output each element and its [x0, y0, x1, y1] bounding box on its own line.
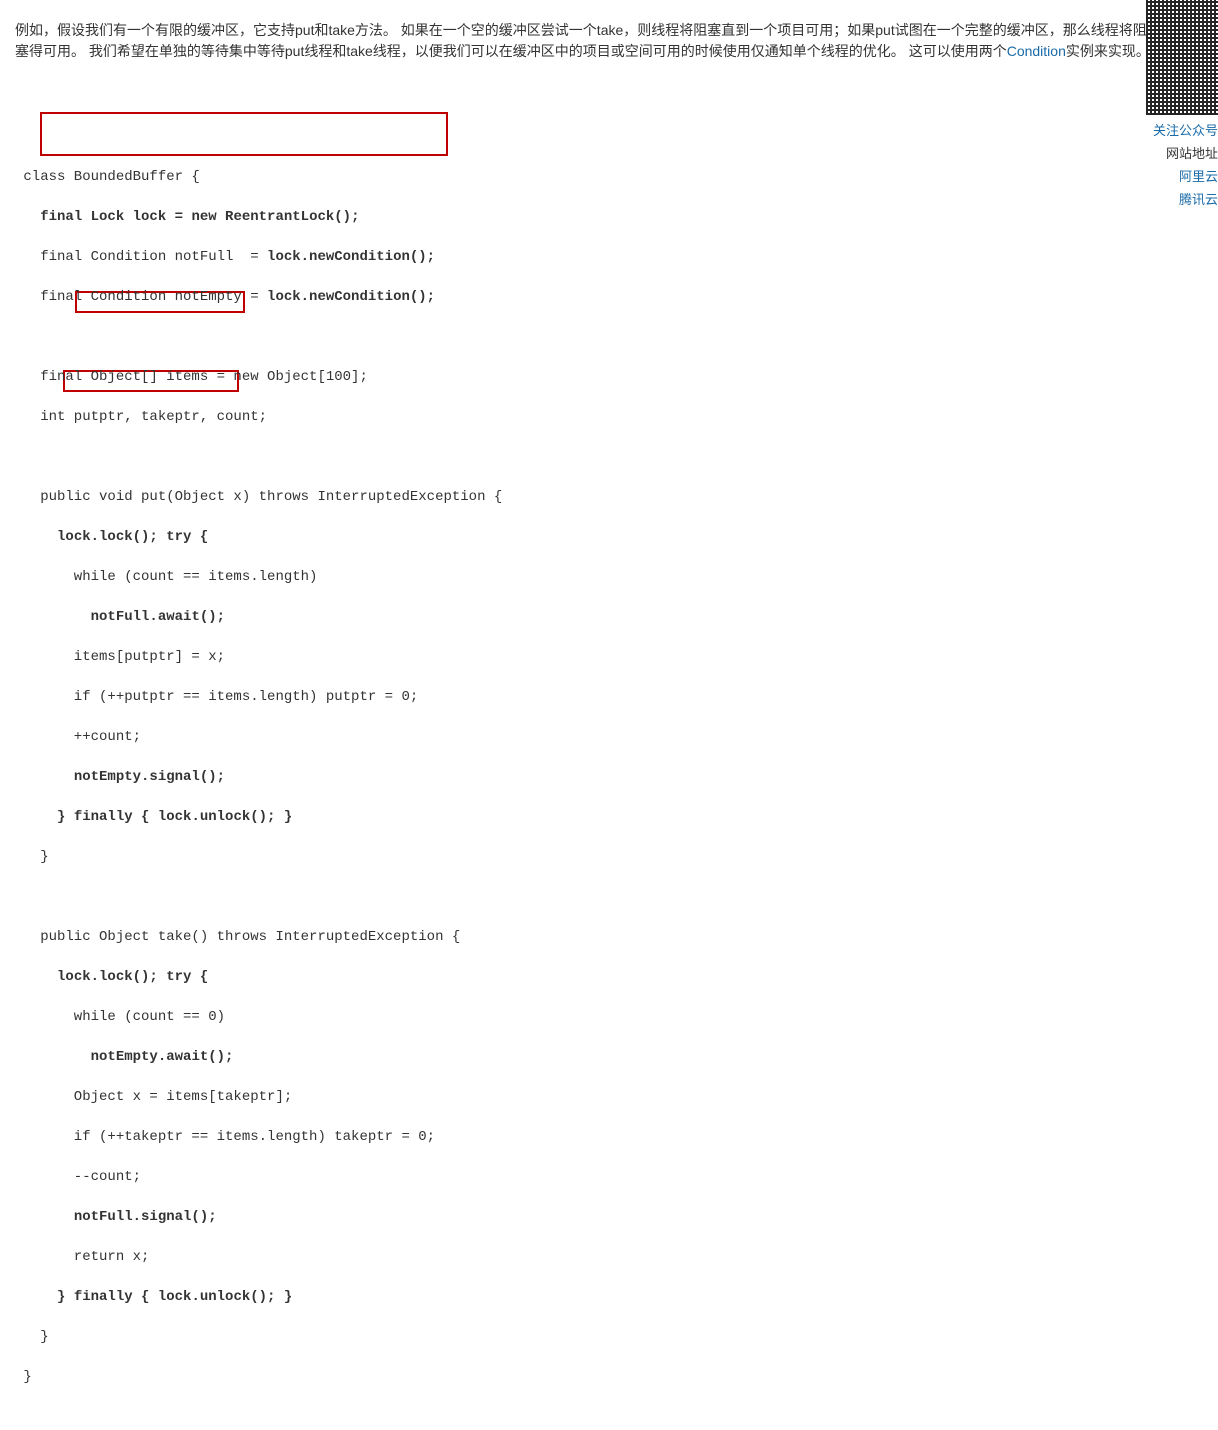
qr-code-icon[interactable] — [1146, 0, 1218, 115]
code-line — [15, 447, 1203, 467]
code-line: final Lock lock = new ReentrantLock(); — [15, 207, 1203, 227]
code-line: lock.lock(); try { — [15, 967, 1203, 987]
code-line: notEmpty.signal(); — [15, 767, 1203, 787]
code-line — [15, 887, 1203, 907]
code-line: --count; — [15, 1167, 1203, 1187]
sidebar-site-label: 网站地址 — [1143, 141, 1218, 164]
intro-text-2: 得可用。 我们希望在单独的等待集中等待put线程和take线程，以便我们可以在缓… — [29, 43, 1007, 59]
code-block: class BoundedBuffer { final Lock lock = … — [15, 87, 1203, 1427]
sidebar: 关注公众号 网站地址 阿里云 腾讯云 — [1143, 0, 1218, 210]
code-line: while (count == 0) — [15, 1007, 1203, 1027]
sidebar-aliyun-link[interactable]: 阿里云 — [1143, 164, 1218, 187]
intro-text-3: 实例来实现。 — [1066, 43, 1150, 59]
sidebar-tencent-link[interactable]: 腾讯云 — [1143, 187, 1218, 210]
intro-paragraph: 例如，假设我们有一个有限的缓冲区，它支持put和take方法。 如果在一个空的缓… — [15, 20, 1150, 62]
highlight-box-conditions — [40, 112, 448, 156]
code-line: } — [15, 1327, 1203, 1347]
code-line — [15, 327, 1203, 347]
code-line: final Condition notEmpty = lock.newCondi… — [15, 287, 1203, 307]
code-line: } finally { lock.unlock(); } — [15, 1287, 1203, 1307]
code-line: lock.lock(); try { — [15, 527, 1203, 547]
code-line: final Condition notFull = lock.newCondit… — [15, 247, 1203, 267]
code-line: notFull.await(); — [15, 607, 1203, 627]
code-line: } finally { lock.unlock(); } — [15, 807, 1203, 827]
main-content: 例如，假设我们有一个有限的缓冲区，它支持put和take方法。 如果在一个空的缓… — [0, 0, 1218, 1430]
code-line: Object x = items[takeptr]; — [15, 1087, 1203, 1107]
code-line: final Object[] items = new Object[100]; — [15, 367, 1203, 387]
code-line: notFull.signal(); — [15, 1207, 1203, 1227]
code-line: if (++putptr == items.length) putptr = 0… — [15, 687, 1203, 707]
code-line: class BoundedBuffer { — [15, 167, 1203, 187]
code-line: notEmpty.await(); — [15, 1047, 1203, 1067]
code-line: } — [15, 1367, 1203, 1387]
code-line: } — [15, 847, 1203, 867]
code-line: while (count == items.length) — [15, 567, 1203, 587]
code-line: public Object take() throws InterruptedE… — [15, 927, 1203, 947]
code-line: return x; — [15, 1247, 1203, 1267]
code-line: ++count; — [15, 727, 1203, 747]
code-line: items[putptr] = x; — [15, 647, 1203, 667]
sidebar-follow-link[interactable]: 关注公众号 — [1143, 118, 1218, 141]
code-line: int putptr, takeptr, count; — [15, 407, 1203, 427]
code-line: if (++takeptr == items.length) takeptr =… — [15, 1127, 1203, 1147]
code-line: public void put(Object x) throws Interru… — [15, 487, 1203, 507]
condition-link[interactable]: Condition — [1007, 43, 1066, 59]
